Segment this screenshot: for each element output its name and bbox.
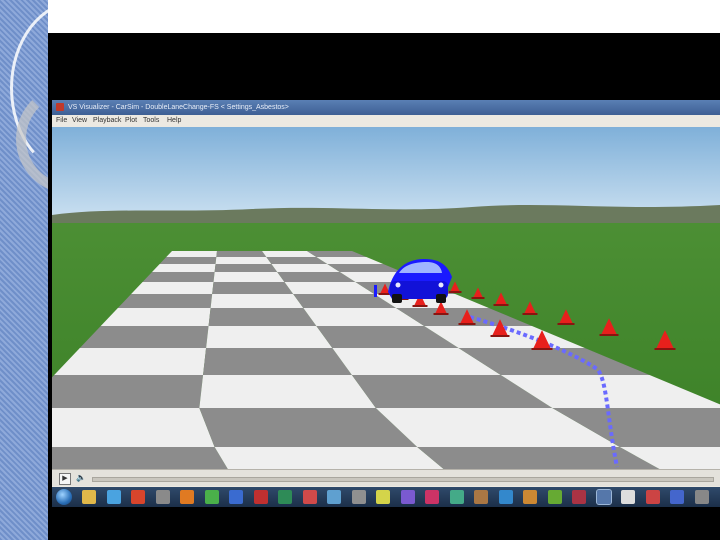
powerpoint-icon[interactable] — [278, 490, 292, 504]
traffic-cone-base — [412, 305, 428, 307]
carsim-active-icon[interactable] — [595, 489, 612, 505]
traffic-cone-base — [599, 334, 619, 336]
track-tile — [152, 264, 216, 272]
app-icon[interactable] — [523, 490, 537, 504]
scene-svg — [52, 127, 720, 469]
app-icon[interactable] — [694, 490, 709, 504]
traffic-cone-base — [531, 348, 553, 350]
track-tile — [52, 447, 228, 469]
visualizer-window: VS Visualizer - CarSim - DoubleLaneChang… — [52, 100, 720, 495]
traffic-cone-base — [522, 313, 538, 315]
track-tile — [213, 272, 285, 282]
traffic-cone-base — [471, 297, 485, 299]
track-tile — [214, 447, 444, 469]
app-icon[interactable] — [449, 490, 464, 504]
traffic-cone-base — [458, 323, 476, 325]
track-tile — [214, 264, 278, 272]
menu-file[interactable]: File — [56, 115, 67, 127]
traffic-cone-base — [433, 313, 449, 315]
app-icon[interactable] — [621, 490, 635, 504]
carsim-icon[interactable] — [302, 490, 317, 504]
track-tile — [216, 251, 267, 257]
matlab-icon[interactable] — [229, 490, 243, 504]
speaker-icon[interactable]: 🔈 — [76, 473, 86, 483]
track-tile — [159, 257, 217, 264]
menu-playback[interactable]: Playback — [93, 115, 121, 127]
app-logo-icon — [56, 103, 64, 111]
window-title: VS Visualizer - CarSim - DoubleLaneChang… — [68, 104, 289, 111]
window-titlebar[interactable]: VS Visualizer - CarSim - DoubleLaneChang… — [52, 100, 720, 115]
playback-control-bar: ▶ 🔈 — [52, 469, 720, 486]
track-tile — [142, 272, 215, 282]
traffic-cone-base — [448, 291, 462, 293]
app-icon[interactable] — [645, 490, 660, 504]
app-icon[interactable] — [670, 490, 684, 504]
track-tile — [100, 308, 211, 326]
menu-view[interactable]: View — [72, 115, 87, 127]
app-icon[interactable] — [547, 490, 562, 504]
track-tile — [203, 348, 352, 375]
app-icon[interactable] — [572, 490, 586, 504]
track-tile — [117, 294, 213, 308]
firefox-icon[interactable] — [180, 490, 194, 504]
app-icon[interactable] — [327, 490, 341, 504]
menu-help[interactable]: Help — [167, 115, 181, 127]
excel-icon[interactable] — [253, 490, 268, 504]
track-tile — [262, 251, 317, 257]
traffic-cone-base — [490, 335, 510, 337]
track-tile — [206, 326, 333, 348]
track-tile — [79, 326, 209, 348]
menu-plot[interactable]: Plot — [125, 115, 137, 127]
menu-bar: File View Playback Plot Tools Help — [52, 115, 720, 127]
track-tile — [52, 375, 204, 408]
traffic-cone-base — [493, 304, 509, 306]
3d-viewport[interactable] — [52, 127, 720, 469]
app-icon[interactable] — [474, 490, 488, 504]
app-icon[interactable] — [400, 490, 415, 504]
app-icon[interactable] — [425, 490, 439, 504]
folder-icon[interactable] — [82, 490, 96, 504]
play-icon[interactable]: ▶ — [59, 473, 71, 485]
blue-marker-cone — [374, 285, 377, 297]
sky — [52, 127, 720, 217]
filezilla-icon[interactable] — [131, 490, 145, 504]
chrome-icon[interactable] — [204, 490, 219, 504]
media-icon[interactable] — [106, 490, 121, 504]
track-tile — [131, 282, 214, 294]
track-tile — [166, 251, 217, 257]
track-tile — [208, 308, 317, 326]
track-tile — [417, 447, 660, 469]
start-orb-icon[interactable] — [56, 489, 72, 505]
track-tile — [199, 375, 376, 408]
track-tile — [54, 348, 207, 375]
taskbar — [52, 487, 720, 507]
app-icon[interactable] — [498, 490, 513, 504]
menu-tools[interactable]: Tools — [143, 115, 159, 127]
app-icon[interactable] — [376, 490, 390, 504]
traffic-cone-base — [654, 348, 676, 350]
track-tile — [212, 282, 294, 294]
playback-timeline[interactable] — [92, 477, 714, 482]
track-tile — [210, 294, 304, 308]
app-icon[interactable] — [351, 490, 366, 504]
window-icon[interactable] — [155, 490, 170, 504]
track-tile — [215, 257, 272, 264]
traffic-cone-base — [557, 323, 575, 325]
track-tile — [52, 408, 215, 447]
